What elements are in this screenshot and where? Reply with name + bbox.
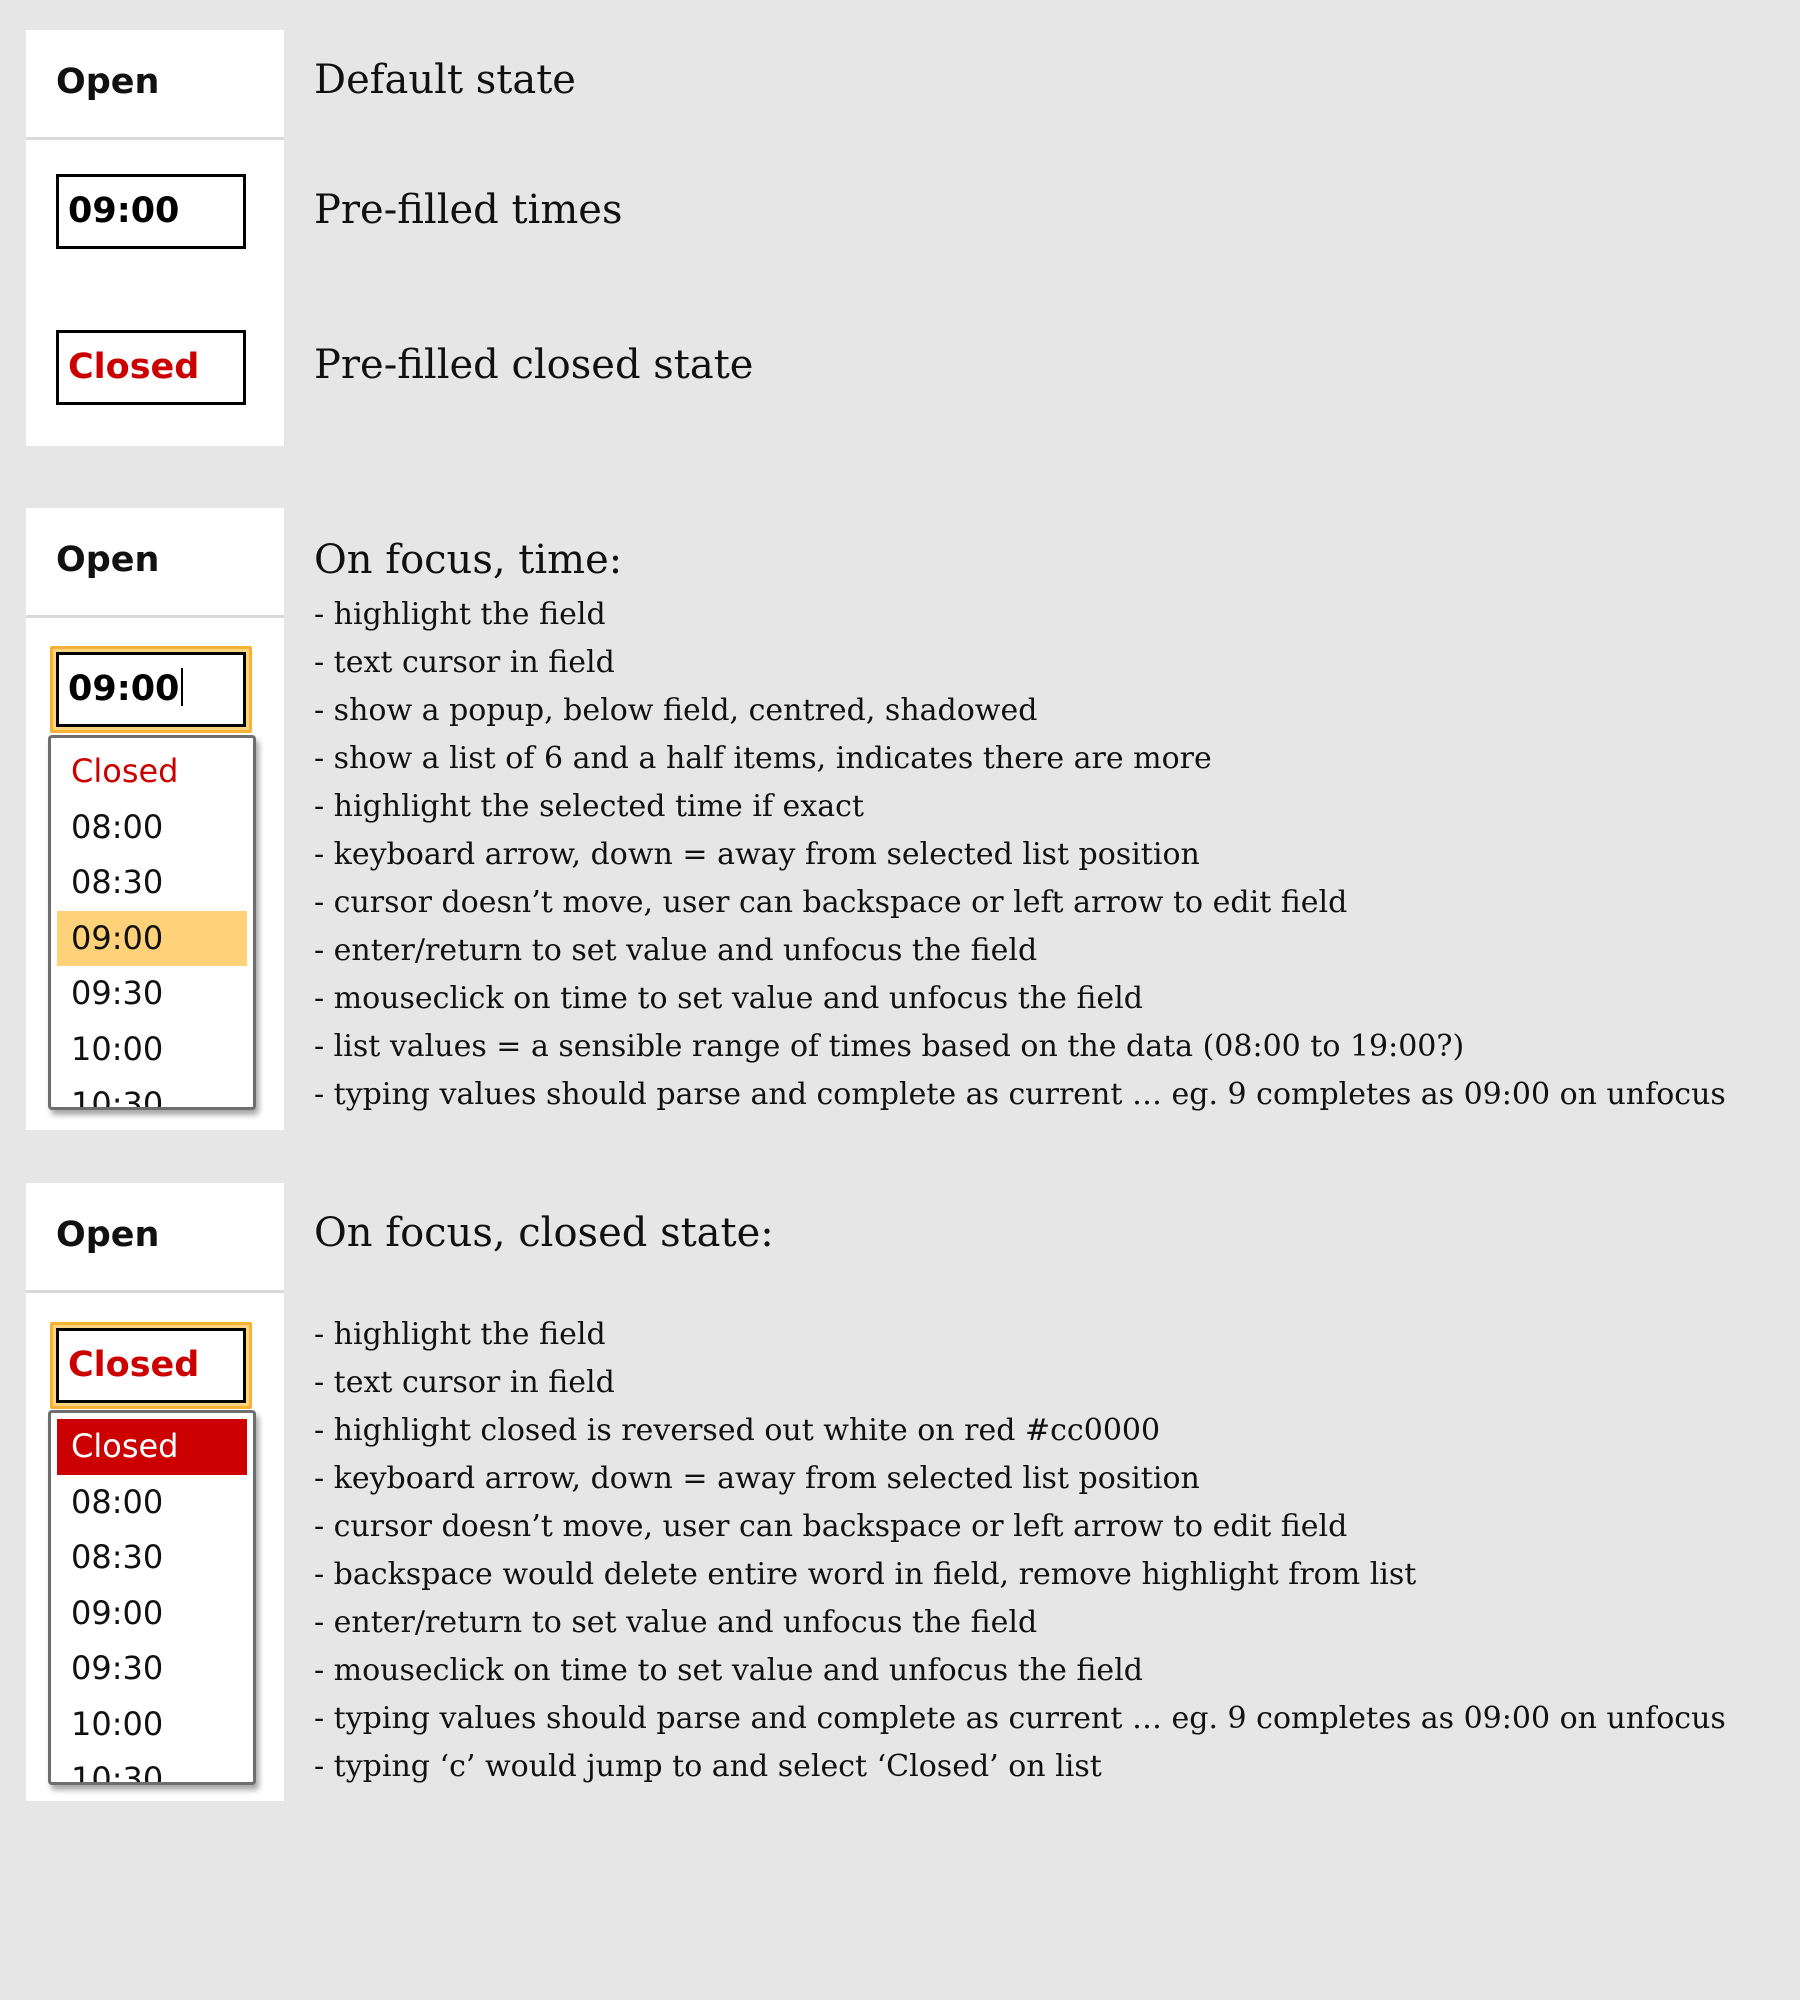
field-value: 09:00 [68,669,180,709]
note-item: - mouseclick on time to set value and un… [314,981,1143,1016]
note-item: - enter/return to set value and unfocus … [314,933,1038,968]
column-header-open: Open [26,30,284,140]
note-item: - typing values should parse and complet… [314,1701,1726,1736]
note-item: - highlight the field [314,1317,606,1352]
text-cursor [181,668,184,706]
section-title-focus-time: On focus, time: [314,537,623,583]
dropdown-option-closed[interactable]: Closed [57,744,247,800]
dropdown-option-0830[interactable]: 08:30 [57,855,247,911]
notes-focus-time: - highlight the field - text cursor in f… [314,591,1726,1119]
time-field-prefilled[interactable]: 09:00 [56,174,246,249]
desc-default-state: Default state [314,57,576,103]
dropdown-option-1030[interactable]: 10:30 [57,1752,247,1782]
note-item: - text cursor in field [314,1365,615,1400]
note-item: - show a list of 6 and a half items, ind… [314,741,1212,776]
column-header-open: Open [26,508,284,618]
note-item: - mouseclick on time to set value and un… [314,1653,1143,1688]
note-item: - text cursor in field [314,645,615,680]
note-item: - keyboard arrow, down = away from selec… [314,837,1200,872]
note-item: - typing ‘c’ would jump to and select ‘C… [314,1749,1102,1784]
dropdown-option-0930[interactable]: 09:30 [57,966,247,1022]
dropdown-option-0900[interactable]: 09:00 [57,1586,247,1642]
time-dropdown-popup[interactable]: Closed 08:00 08:30 09:00 09:30 10:00 10:… [48,1410,256,1785]
column-header-open: Open [26,1183,284,1293]
dropdown-option-1000[interactable]: 10:00 [57,1697,247,1753]
note-item: - highlight the selected time if exact [314,789,864,824]
time-field-focused-closed[interactable]: Closed [56,1328,246,1403]
time-field-focused[interactable]: 09:00 [56,652,246,727]
dropdown-option-0930[interactable]: 09:30 [57,1641,247,1697]
notes-focus-closed: - highlight the field - text cursor in f… [314,1311,1726,1791]
note-item: - backspace would delete entire word in … [314,1557,1417,1592]
note-item: - show a popup, below field, centred, sh… [314,693,1038,728]
note-item: - cursor doesn’t move, user can backspac… [314,885,1348,920]
note-item: - highlight closed is reversed out white… [314,1413,1161,1448]
note-item: - enter/return to set value and unfocus … [314,1605,1038,1640]
dropdown-option-1030[interactable]: 10:30 [57,1077,247,1107]
desc-prefilled-closed: Pre-filled closed state [314,342,754,388]
note-item: - highlight the field [314,597,606,632]
time-field-closed[interactable]: Closed [56,330,246,405]
section-title-focus-closed: On focus, closed state: [314,1210,774,1256]
dropdown-option-0900-selected[interactable]: 09:00 [57,910,247,966]
dropdown-option-0830[interactable]: 08:30 [57,1530,247,1586]
note-item: - list values = a sensible range of time… [314,1029,1465,1064]
dropdown-option-0800[interactable]: 08:00 [57,800,247,856]
desc-prefilled-times: Pre-filled times [314,187,623,233]
dropdown-option-1000[interactable]: 10:00 [57,1022,247,1078]
dropdown-option-0800[interactable]: 08:00 [57,1475,247,1531]
note-item: - keyboard arrow, down = away from selec… [314,1461,1200,1496]
dropdown-option-closed-selected[interactable]: Closed [57,1419,247,1475]
note-item: - typing values should parse and complet… [314,1077,1726,1112]
time-dropdown-popup[interactable]: Closed 08:00 08:30 09:00 09:30 10:00 10:… [48,735,256,1110]
note-item: - cursor doesn’t move, user can backspac… [314,1509,1348,1544]
